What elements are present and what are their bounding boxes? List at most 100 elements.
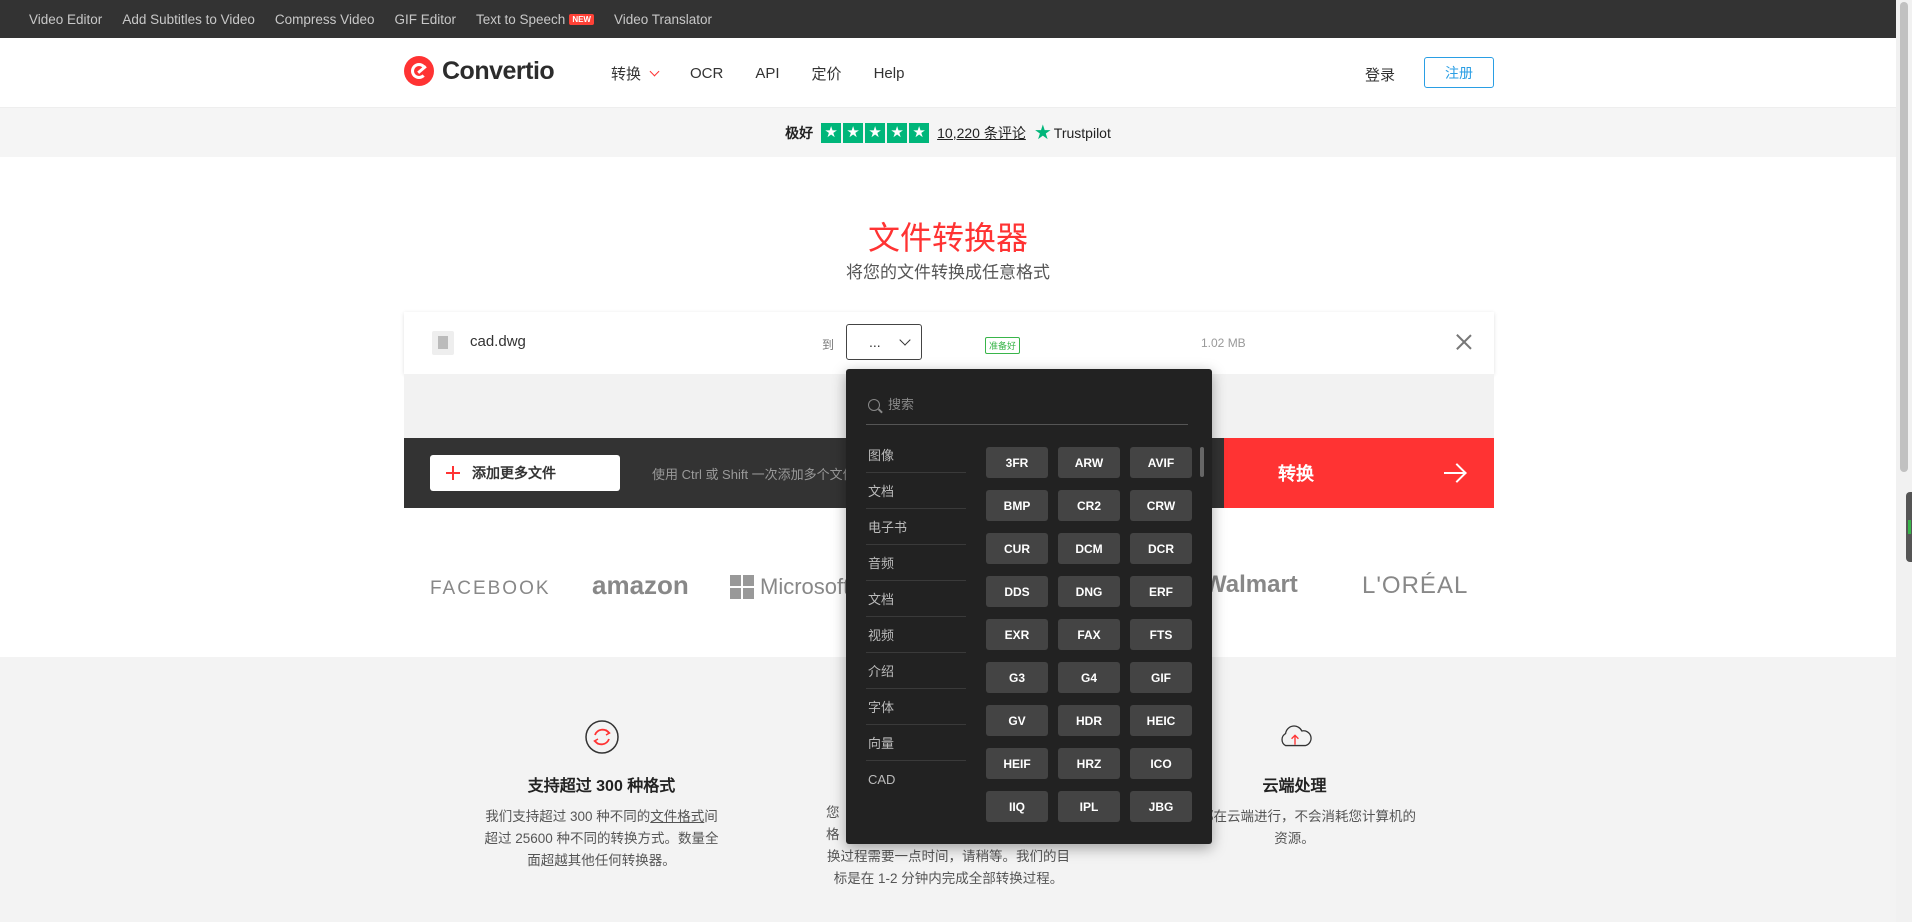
category-cad[interactable]: CAD <box>866 761 966 797</box>
arrow-right-icon <box>1444 462 1466 484</box>
topbar-link-add-subtitles[interactable]: Add Subtitles to Video <box>122 12 255 27</box>
format-search-input[interactable] <box>888 397 1168 412</box>
feature-formats-text: 我们支持超过 300 种不同的文件格式间超过 25600 种不同的转换方式。数量… <box>479 806 724 872</box>
format-option[interactable]: EXR <box>986 619 1048 650</box>
format-select[interactable]: ... <box>846 324 922 360</box>
convertio-logo-icon <box>404 56 434 86</box>
format-option[interactable]: IIQ <box>986 791 1048 822</box>
topbar-link-video-translator[interactable]: Video Translator <box>614 12 712 27</box>
topbar-link-text-to-speech[interactable]: Text to Speech NEW <box>476 12 594 27</box>
plus-icon <box>446 466 460 480</box>
main-nav: 转换 OCR API 定价 Help <box>611 38 904 108</box>
format-option[interactable]: DCM <box>1058 533 1120 564</box>
new-badge: NEW <box>569 13 594 25</box>
format-option[interactable]: AVIF <box>1130 447 1192 478</box>
format-dropdown: 图像 文档 电子书 音频 文档 视频 介绍 字体 向量 CAD 3FR ARW … <box>846 369 1212 844</box>
format-option[interactable]: JBG <box>1130 791 1192 822</box>
trustpilot-logo[interactable]: ★ Trustpilot <box>1034 123 1111 143</box>
add-more-files-label: 添加更多文件 <box>472 465 556 481</box>
loreal-logo: L'ORÉAL <box>1362 572 1469 599</box>
category-image[interactable]: 图像 <box>866 437 966 473</box>
file-formats-link[interactable]: 文件格式 <box>650 809 704 824</box>
format-option[interactable]: HDR <box>1058 705 1120 736</box>
format-option[interactable]: IPL <box>1058 791 1120 822</box>
convert-button[interactable]: 转换 <box>1224 438 1494 508</box>
format-option[interactable]: CR2 <box>1058 490 1120 521</box>
topbar-link-text-to-speech-label: Text to Speech <box>476 11 566 27</box>
page-scrollbar[interactable] <box>1896 0 1912 922</box>
format-option[interactable]: CUR <box>986 533 1048 564</box>
review-count-link[interactable]: 10,220 条评论 <box>937 123 1026 143</box>
logo-text: Convertio <box>442 56 555 85</box>
file-icon <box>432 331 454 355</box>
nav-pricing[interactable]: 定价 <box>812 63 842 84</box>
nav-convert[interactable]: 转换 <box>611 63 660 84</box>
format-grid: 3FR ARW AVIF BMP CR2 CRW CUR DCM DCR DDS… <box>986 447 1204 822</box>
category-font[interactable]: 字体 <box>866 689 966 725</box>
file-row: cad.dwg 到 ... 准备好 1.02 MB <box>404 312 1494 374</box>
walmart-logo: Walmart <box>1204 571 1298 598</box>
format-option[interactable]: DDS <box>986 576 1048 607</box>
to-label: 到 <box>822 338 835 352</box>
nav-ocr[interactable]: OCR <box>690 65 723 82</box>
feature-speed: 换过程需要一点时间，请稍等。我们的目标是在 1-2 分钟内完成全部转换过程。 <box>826 846 1071 890</box>
format-option[interactable]: 3FR <box>986 447 1048 478</box>
format-option[interactable]: GIF <box>1130 662 1192 693</box>
dropdown-scrollbar[interactable] <box>1200 447 1204 477</box>
category-document[interactable]: 文档 <box>866 473 966 509</box>
format-option[interactable]: HEIC <box>1130 705 1192 736</box>
file-size: 1.02 MB <box>1201 336 1246 350</box>
status-badge: 准备好 <box>985 337 1021 354</box>
topbar-link-compress-video[interactable]: Compress Video <box>275 12 375 27</box>
category-video[interactable]: 视频 <box>866 617 966 653</box>
format-option[interactable]: FAX <box>1058 619 1120 650</box>
trustpilot-brand: Trustpilot <box>1053 124 1111 141</box>
format-select-value: ... <box>869 334 881 350</box>
format-option[interactable]: HEIF <box>986 748 1048 779</box>
remove-file-icon[interactable] <box>1454 332 1474 352</box>
add-more-files-button[interactable]: 添加更多文件 <box>430 455 620 491</box>
signup-button[interactable]: 注册 <box>1424 57 1494 88</box>
topbar-link-gif-editor[interactable]: GIF Editor <box>394 12 456 27</box>
chevron-down-icon <box>899 334 911 346</box>
format-option[interactable]: GV <box>986 705 1048 736</box>
side-widget-handle[interactable] <box>1906 492 1912 562</box>
feature-formats-title: 支持超过 300 种格式 <box>527 778 676 795</box>
convert-button-label: 转换 <box>1278 464 1314 484</box>
page-scrollbar-thumb[interactable] <box>1900 2 1908 472</box>
amazon-logo: amazon <box>592 570 689 600</box>
category-vector[interactable]: 向量 <box>866 725 966 761</box>
nav-help[interactable]: Help <box>874 65 905 82</box>
format-option[interactable]: CRW <box>1130 490 1192 521</box>
format-option[interactable]: BMP <box>986 490 1048 521</box>
category-audio[interactable]: 音频 <box>866 545 966 581</box>
format-option[interactable]: ARW <box>1058 447 1120 478</box>
format-option[interactable]: FTS <box>1130 619 1192 650</box>
site-header: Convertio 转换 OCR API 定价 Help 登录 注册 <box>0 38 1896 108</box>
feature-formats: 支持超过 300 种格式 我们支持超过 300 种不同的文件格式间超过 2560… <box>479 719 724 872</box>
topbar-link-video-editor[interactable]: Video Editor <box>29 12 102 27</box>
star-icon: ★ <box>887 122 908 143</box>
top-promo-bar: Video Editor Add Subtitles to Video Comp… <box>0 0 1896 38</box>
format-option[interactable]: HRZ <box>1058 748 1120 779</box>
logo[interactable]: Convertio <box>404 56 555 86</box>
format-option[interactable]: G4 <box>1058 662 1120 693</box>
feature-speed-text: 换过程需要一点时间，请稍等。我们的目标是在 1-2 分钟内完成全部转换过程。 <box>827 849 1070 886</box>
category-presentation[interactable]: 介绍 <box>866 653 966 689</box>
format-option[interactable]: ICO <box>1130 748 1192 779</box>
microsoft-logo: Microsoft <box>730 574 849 600</box>
format-option[interactable]: DNG <box>1058 576 1120 607</box>
format-search <box>866 385 1188 425</box>
search-icon <box>868 398 880 411</box>
star-icon: ★ <box>865 122 886 143</box>
nav-api[interactable]: API <box>755 65 779 82</box>
format-option[interactable]: ERF <box>1130 576 1192 607</box>
format-option[interactable]: G3 <box>986 662 1048 693</box>
category-document-2[interactable]: 文档 <box>866 581 966 617</box>
format-option[interactable]: DCR <box>1130 533 1192 564</box>
category-ebook[interactable]: 电子书 <box>866 509 966 545</box>
login-link[interactable]: 登录 <box>1365 64 1395 85</box>
rating-stars: ★ ★ ★ ★ ★ <box>821 122 930 143</box>
nav-convert-label: 转换 <box>611 65 642 83</box>
feature-speed-partial: 您 格 <box>826 802 846 846</box>
